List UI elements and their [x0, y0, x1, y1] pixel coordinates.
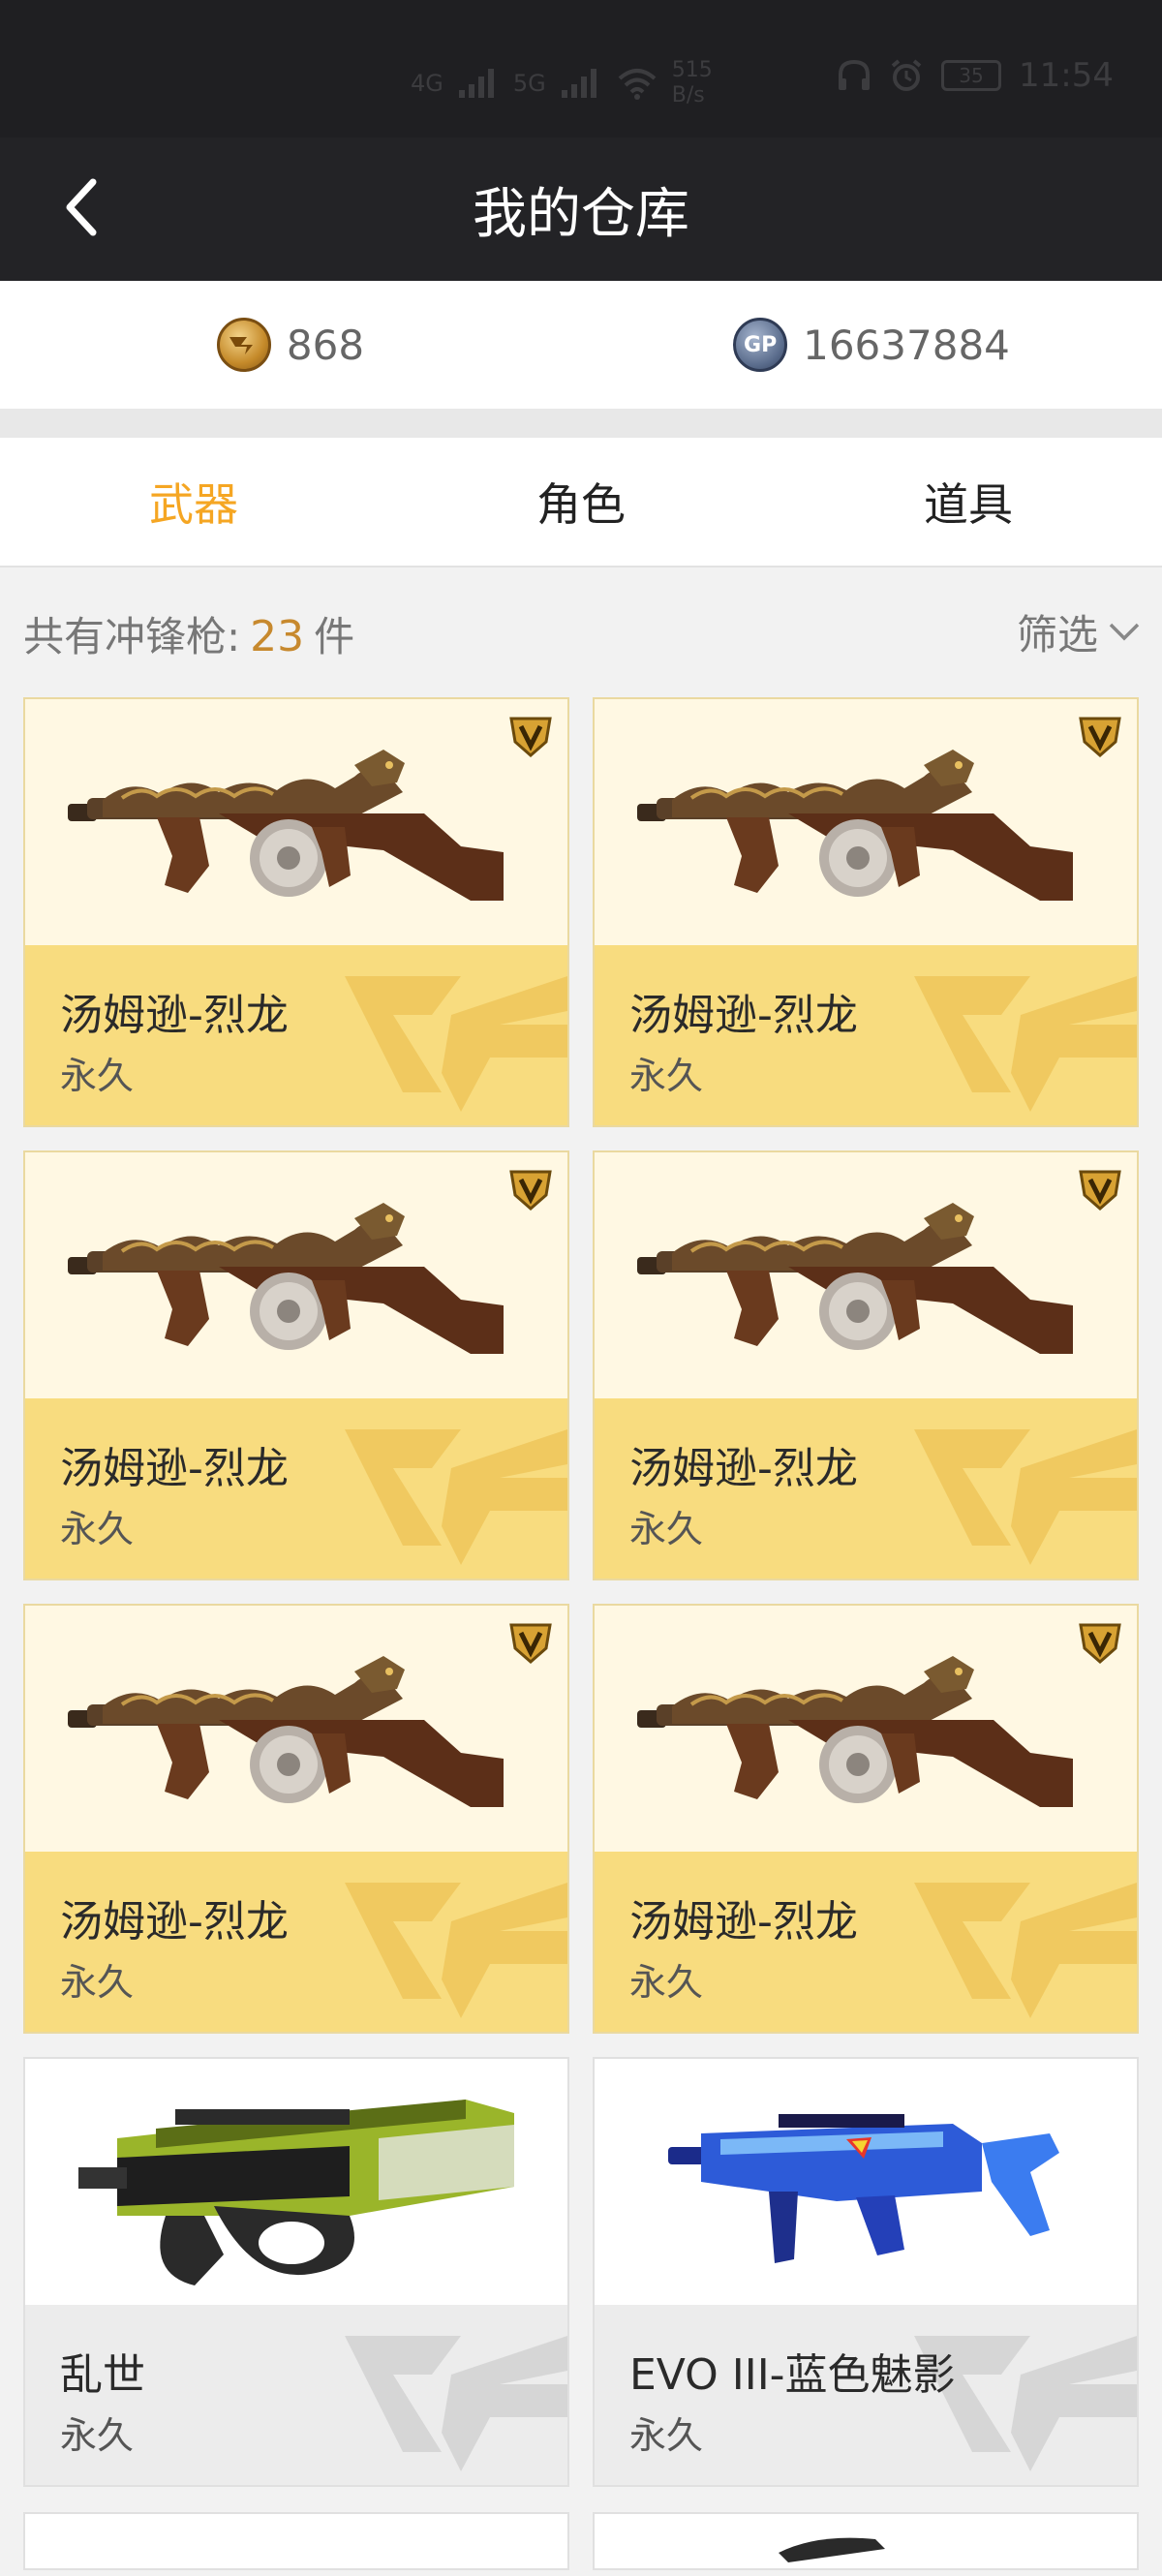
headphones-icon [839, 59, 871, 90]
item-duration: 永久 [60, 1961, 135, 2004]
cf-points: 868 [0, 281, 581, 409]
item-duration: 永久 [629, 1961, 704, 2004]
gp-points: GP 16637884 [581, 281, 1162, 409]
vip-badge-icon [509, 1623, 552, 1664]
clock: 11:54 [1019, 56, 1114, 95]
item-card-partial[interactable] [593, 2512, 1139, 2570]
section-divider [0, 409, 1162, 438]
status-bar: 4G 5G 515 B/s 35 11:54 [0, 0, 1162, 138]
item-info-panel: 汤姆逊-烈龙永久 [595, 1398, 1137, 1579]
item-count: 共有冲锋枪: 23 件 [23, 612, 355, 661]
cf-watermark-icon [914, 1429, 1137, 1565]
weapon-image [595, 1152, 1137, 1398]
cf-watermark-icon [914, 1883, 1137, 2018]
chevron-down-icon [1109, 623, 1140, 640]
gp-points-value: 16637884 [803, 321, 1010, 369]
item-duration: 永久 [629, 1508, 704, 1550]
weapon-image [25, 1606, 567, 1852]
filter-row: 共有冲锋枪: 23 件 筛选 [0, 569, 1162, 691]
item-duration: 永久 [629, 2414, 704, 2457]
signal-2-label: 5G [512, 70, 546, 97]
item-duration: 永久 [60, 1508, 135, 1550]
item-name: EVO III-蓝色魅影 [629, 2350, 956, 2400]
signal-1-label: 4G [411, 70, 443, 97]
cf-watermark-icon [345, 976, 567, 1112]
item-info-panel: 汤姆逊-烈龙永久 [25, 1852, 567, 2032]
item-name: 汤姆逊-烈龙 [629, 1897, 858, 1947]
item-card[interactable]: 汤姆逊-烈龙永久 [23, 1604, 569, 2034]
item-info-panel: 乱世 永久 [25, 2305, 567, 2485]
weapon-image [595, 2059, 1137, 2305]
item-card[interactable]: EVO III-蓝色魅影永久 [593, 2057, 1139, 2487]
page-title: 我的仓库 [473, 182, 689, 246]
filter-button[interactable]: 筛选 [1017, 602, 1141, 661]
chevron-left-icon [66, 178, 97, 236]
item-duration: 永久 [60, 2414, 135, 2457]
category-tabs: 武器 角色 道具 [0, 438, 1162, 567]
cf-points-value: 868 [286, 321, 365, 369]
net-speed: 515 B/s [671, 58, 713, 107]
weapon-image [25, 2059, 567, 2305]
item-info-panel: 汤姆逊-烈龙永久 [595, 945, 1137, 1125]
battery-icon: 35 [941, 60, 1002, 91]
tab-characters[interactable]: 角色 [387, 438, 775, 566]
status-right: 35 11:54 [837, 56, 1114, 95]
nav-bar: 我的仓库 [0, 138, 1162, 281]
item-info-panel: 汤姆逊-烈龙永久 [25, 1398, 567, 1579]
item-card[interactable]: 汤姆逊-烈龙永久 [593, 697, 1139, 1127]
cf-watermark-icon [345, 1883, 567, 2018]
item-name: 乱世 [60, 2350, 145, 2400]
item-grid: 汤姆逊-烈龙 永久 汤姆逊-烈龙 永久 汤姆逊-烈龙 永久 汤姆逊-烈龙 永久 … [23, 697, 1139, 2487]
item-card[interactable]: 乱世 永久 [23, 2057, 569, 2487]
cf-coin-icon [216, 318, 271, 372]
vip-badge-icon [1079, 1623, 1121, 1664]
cf-watermark-icon [345, 2336, 567, 2471]
currency-bar: 868 GP 16637884 [0, 281, 1162, 409]
tab-weapons[interactable]: 武器 [0, 438, 387, 566]
item-info-panel: 汤姆逊-烈龙永久 [25, 945, 567, 1125]
vip-badge-icon [509, 717, 552, 757]
item-name: 汤姆逊-烈龙 [629, 991, 858, 1040]
item-card[interactable]: 汤姆逊-烈龙永久 [593, 1150, 1139, 1580]
item-card-partial[interactable] [23, 2512, 569, 2570]
signal-bars-icon [561, 69, 596, 98]
network-indicators: 4G 5G 515 B/s [411, 58, 713, 108]
item-name: 汤姆逊-烈龙 [60, 1444, 289, 1493]
weapon-image [25, 1152, 567, 1398]
weapon-image-partial [779, 2537, 885, 2562]
item-card[interactable]: 汤姆逊-烈龙永久 [23, 1150, 569, 1580]
cf-watermark-icon [345, 1429, 567, 1565]
item-info-panel: 汤姆逊-烈龙永久 [595, 1852, 1137, 2032]
item-name: 汤姆逊-烈龙 [629, 1444, 858, 1493]
vip-badge-icon [1079, 1170, 1121, 1211]
alarm-icon [891, 59, 922, 91]
vip-badge-icon [509, 1170, 552, 1211]
item-name: 汤姆逊-烈龙 [60, 1897, 289, 1947]
weapon-image [595, 1606, 1137, 1852]
vip-badge-icon [1079, 717, 1121, 757]
item-card[interactable]: 汤姆逊-烈龙永久 [23, 697, 569, 1127]
item-count-number: 23 [250, 612, 305, 661]
signal-bars-icon [458, 69, 494, 98]
item-duration: 永久 [60, 1055, 135, 1097]
item-card[interactable]: 汤姆逊-烈龙永久 [593, 1604, 1139, 2034]
item-name: 汤姆逊-烈龙 [60, 991, 289, 1040]
tab-items[interactable]: 道具 [775, 438, 1162, 566]
weapon-image [25, 699, 567, 945]
item-duration: 永久 [629, 1055, 704, 1097]
cf-watermark-icon [914, 976, 1137, 1112]
filter-label: 筛选 [1016, 611, 1098, 659]
weapon-image [595, 699, 1137, 945]
wifi-icon [618, 69, 657, 100]
gp-coin-icon: GP [733, 318, 788, 372]
back-button[interactable] [43, 169, 120, 246]
item-info-panel: EVO III-蓝色魅影永久 [595, 2305, 1137, 2485]
